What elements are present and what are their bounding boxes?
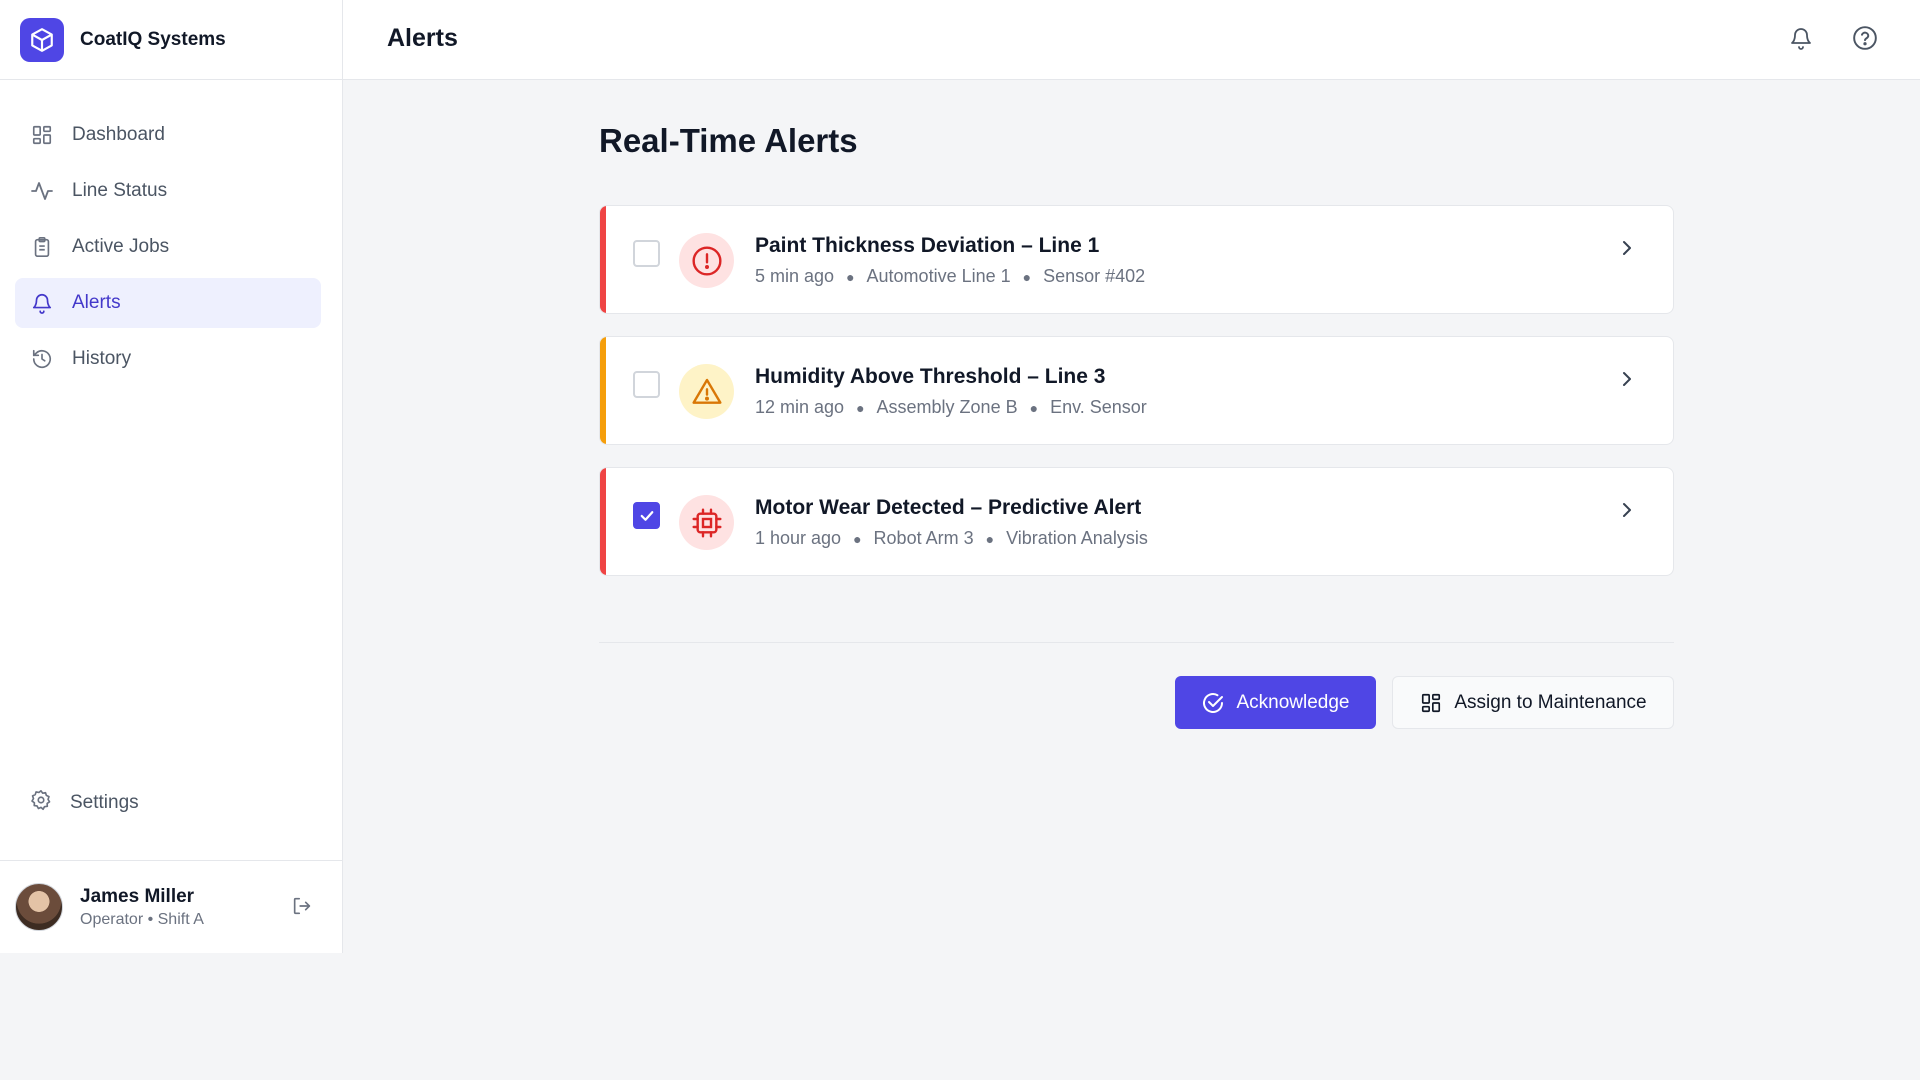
meta-separator: ● — [856, 399, 865, 416]
sidebar-nav: Dashboard Line Status Active Jobs Alerts… — [15, 110, 321, 390]
alert-title: Paint Thickness Deviation – Line 1 — [755, 234, 1100, 257]
brand-name: CoatIQ Systems — [80, 28, 226, 50]
alert-meta: 12 min ago ● Assembly Zone B ● Env. Sens… — [755, 397, 1147, 418]
alert-title: Motor Wear Detected – Predictive Alert — [755, 496, 1142, 519]
brand: CoatIQ Systems — [0, 0, 342, 80]
chevron-right-icon[interactable] — [1615, 236, 1639, 265]
sidebar-item-alerts[interactable]: Alerts — [15, 278, 321, 328]
alert-time: 12 min ago — [755, 397, 845, 417]
cpu-chip-icon — [679, 495, 734, 550]
sidebar-item-settings[interactable]: Settings — [15, 778, 321, 828]
acknowledge-button[interactable]: Acknowledge — [1175, 676, 1376, 729]
grid-icon — [1419, 691, 1443, 715]
user-info: James Miller Operator • Shift A — [80, 886, 204, 929]
sidebar-item-label: Dashboard — [72, 124, 165, 145]
alert-time: 1 hour ago — [755, 528, 842, 548]
alert-title: Humidity Above Threshold – Line 3 — [755, 365, 1106, 388]
severity-stripe — [600, 337, 606, 444]
chevron-right-icon[interactable] — [1615, 367, 1639, 396]
chevron-right-icon[interactable] — [1615, 498, 1639, 527]
alert-meta: 1 hour ago ● Robot Arm 3 ● Vibration Ana… — [755, 528, 1148, 549]
sidebar-item-dashboard[interactable]: Dashboard — [15, 110, 321, 160]
user-role: Operator • Shift A — [80, 910, 204, 928]
alert-checkbox[interactable] — [633, 502, 660, 529]
grid-icon — [30, 123, 54, 147]
alert-list: Paint Thickness Deviation – Line 1 5 min… — [599, 205, 1674, 598]
divider — [599, 642, 1674, 643]
severity-stripe — [600, 206, 606, 313]
alert-source: Env. Sensor — [1050, 397, 1147, 417]
acknowledge-label: Acknowledge — [1236, 691, 1350, 713]
alert-card[interactable]: Humidity Above Threshold – Line 3 12 min… — [599, 336, 1674, 445]
cube-icon — [20, 17, 64, 62]
sidebar-item-line-status[interactable]: Line Status — [15, 166, 321, 216]
meta-separator: ● — [1022, 268, 1032, 285]
alert-card[interactable]: Motor Wear Detected – Predictive Alert 1… — [599, 467, 1674, 576]
alert-location: Robot Arm 3 — [873, 528, 974, 548]
sidebar-item-label: Alerts — [72, 292, 121, 313]
meta-separator: ● — [1029, 399, 1039, 416]
sidebar: CoatIQ Systems Dashboard Line Status Act… — [0, 0, 343, 953]
alert-checkbox[interactable] — [633, 240, 660, 267]
sidebar-item-label: Line Status — [72, 180, 168, 201]
alert-circle-icon — [679, 233, 734, 288]
meta-separator: ● — [846, 268, 855, 285]
alert-time: 5 min ago — [755, 266, 835, 286]
page-title: Alerts — [387, 24, 458, 52]
checkmark-icon — [640, 510, 653, 521]
alert-source: Sensor #402 — [1043, 266, 1146, 286]
sidebar-item-history[interactable]: History — [15, 334, 321, 384]
top-bar: Alerts — [343, 0, 1920, 80]
sidebar-item-label: Active Jobs — [72, 236, 170, 257]
avatar[interactable] — [15, 883, 63, 931]
assign-label: Assign to Maintenance — [1454, 691, 1647, 713]
alert-location: Assembly Zone B — [876, 397, 1018, 417]
user-name: James Miller — [80, 885, 195, 907]
bell-icon[interactable] — [1785, 22, 1817, 54]
assign-maintenance-button[interactable]: Assign to Maintenance — [1392, 676, 1674, 729]
history-icon — [30, 347, 54, 371]
check-circle-icon — [1201, 691, 1225, 715]
alert-card[interactable]: Paint Thickness Deviation – Line 1 5 min… — [599, 205, 1674, 314]
bell-icon — [30, 291, 54, 315]
action-bar: Acknowledge Assign to Maintenance — [1175, 676, 1674, 729]
settings-label: Settings — [70, 792, 139, 813]
logout-icon[interactable] — [291, 895, 313, 922]
activity-icon — [30, 179, 54, 203]
severity-stripe — [600, 468, 606, 575]
section-heading: Real-Time Alerts — [599, 122, 858, 159]
alert-source: Vibration Analysis — [1006, 528, 1148, 548]
warning-triangle-icon — [679, 364, 734, 419]
sidebar-item-label: History — [72, 348, 132, 369]
alert-checkbox[interactable] — [633, 371, 660, 398]
help-circle-icon[interactable] — [1849, 22, 1881, 54]
meta-separator: ● — [985, 530, 995, 547]
clipboard-icon — [30, 235, 54, 259]
main-content: Real-Time Alerts Paint Thickness Deviati… — [343, 80, 1920, 953]
meta-separator: ● — [853, 530, 862, 547]
alert-meta: 5 min ago ● Automotive Line 1 ● Sensor #… — [755, 266, 1145, 287]
sidebar-item-active-jobs[interactable]: Active Jobs — [15, 222, 321, 272]
gear-icon — [30, 789, 52, 817]
app-shell: CoatIQ Systems Dashboard Line Status Act… — [0, 0, 1920, 953]
alert-location: Automotive Line 1 — [866, 266, 1011, 286]
user-profile: James Miller Operator • Shift A — [0, 860, 343, 953]
